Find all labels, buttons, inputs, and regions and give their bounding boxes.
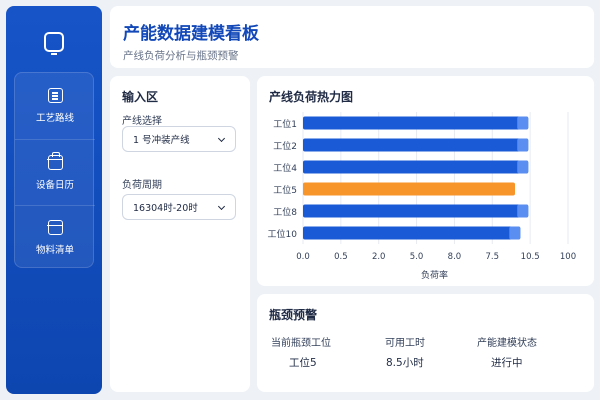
sidebar-item-label: 工艺路线	[35, 113, 74, 124]
heatmap-card: 产线负荷热力图 工位1 工位2 工位4 工位5 工位8 工位10 0.0 0.5 2.0 5.0 8…	[257, 76, 594, 286]
sidebar-item-label: 设备日历	[35, 179, 74, 191]
category-label: 工位2	[273, 142, 297, 152]
load-bar[interactable]	[303, 226, 521, 240]
load-bar-tail	[517, 138, 529, 152]
page-subtitle: 产线负荷分析与瓶颈预警	[123, 50, 239, 62]
input-panel: 输入区 产线选择 1 号冲装产线 负荷周期 16304时-20时	[110, 76, 250, 392]
x-tick-label: 5.0	[409, 252, 424, 262]
load-bar-tail	[517, 116, 529, 130]
x-tick-label: 0.5	[334, 252, 348, 262]
load-bar[interactable]	[303, 204, 529, 218]
sidebar: 工艺路线 设备日历 物料清单	[6, 6, 102, 394]
x-tick-label: 0.0	[296, 252, 310, 262]
period-select-label: 负荷周期	[122, 180, 162, 191]
sidebar-item-bom[interactable]: 物料清单	[15, 205, 95, 269]
period-select-value: 16304时-20时	[133, 203, 198, 214]
category-label: 工位1	[273, 120, 297, 130]
load-bar[interactable]	[303, 138, 529, 152]
load-bar-tail	[517, 204, 529, 218]
x-tick-label: 8.0	[447, 252, 462, 262]
box-icon	[47, 219, 63, 235]
monitor-icon[interactable]	[44, 32, 64, 55]
sidebar-item-equipment-calendar[interactable]: 设备日历	[15, 139, 95, 205]
chevron-down-icon	[217, 134, 226, 143]
load-bar[interactable]	[303, 160, 529, 174]
x-tick-label: 100	[559, 252, 577, 262]
chevron-down-icon	[217, 202, 226, 211]
available-hours-value: 8.5小时	[386, 357, 424, 369]
sidebar-nav: 工艺路线 设备日历 物料清单	[14, 72, 95, 269]
x-tick-label: 10.5	[520, 252, 540, 262]
sidebar-item-label: 物料清单	[35, 244, 74, 256]
modeling-status-value: 进行中	[491, 357, 523, 369]
load-bar[interactable]	[303, 182, 515, 196]
calendar-icon	[47, 151, 63, 170]
header-card: 产能数据建模看板 产线负荷分析与瓶颈预警	[110, 6, 594, 68]
sidebar-item-process-route[interactable]: 工艺路线	[15, 73, 95, 139]
x-tick-label: 7.5	[485, 252, 500, 262]
bottleneck-station-label: 当前瓶颈工位	[271, 338, 331, 349]
x-tick-label: 2.0	[371, 252, 386, 262]
modeling-status-label: 产能建模状态	[477, 338, 537, 349]
x-axis-title: 负荷率	[421, 271, 449, 281]
input-panel-title: 输入区	[122, 90, 159, 104]
line-select-label: 产线选择	[122, 116, 162, 127]
load-bar[interactable]	[303, 116, 529, 130]
alert-card: 瓶颈预警 当前瓶颈工位 工位5 可用工时 8.5小时 产能建模状态 进行中	[257, 294, 594, 392]
page-title: 产能数据建模看板	[123, 24, 259, 44]
line-select-value: 1 号冲装产线	[133, 135, 190, 146]
bottleneck-station-value: 工位5	[289, 357, 317, 369]
load-bar-tail	[517, 160, 529, 174]
period-select[interactable]: 16304时-20时	[122, 194, 236, 220]
alert-title: 瓶颈预警	[269, 308, 318, 322]
load-bar-tail	[509, 226, 521, 240]
route-list-icon	[47, 88, 63, 103]
category-label: 工位10	[267, 230, 297, 240]
category-label: 工位5	[273, 186, 297, 196]
available-hours-label: 可用工时	[385, 338, 425, 349]
category-label: 工位8	[273, 208, 297, 218]
category-label: 工位4	[273, 164, 297, 174]
line-select[interactable]: 1 号冲装产线	[122, 126, 236, 152]
